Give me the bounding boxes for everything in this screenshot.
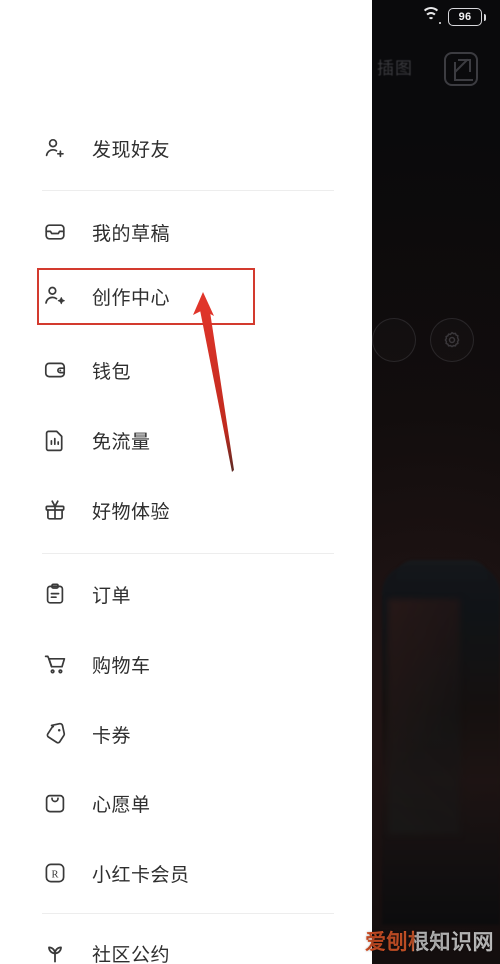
menu-divider [42,553,334,554]
coupon-tag-icon [42,721,68,747]
menu-divider [42,190,334,191]
menu-item-label: 订单 [92,584,132,607]
shopping-cart-icon [42,651,68,677]
battery-level-label: 96 [458,11,472,23]
menu-item-5[interactable]: 免流量 [0,412,372,468]
menu-divider [42,913,334,914]
menu-list: 发现好友我的草稿创作中心钱包免流量好物体验订单购物车卡券心愿单 R 小红卡会员社区公… [0,0,372,964]
sprout-icon [42,940,68,964]
menu-item-label: 免流量 [92,430,151,453]
menu-item-3[interactable]: 创作中心 [0,268,372,324]
menu-item-4[interactable]: 钱包 [0,342,372,398]
phone-screenshot: 插图 96 发现好友我的草稿创作中心钱包免流量好物体验订单购物车卡券心愿单 R 小红… [0,0,500,964]
menu-item-label: 我的草稿 [92,222,171,245]
gear-icon [444,331,460,348]
watermark: 爱刨根知识网 [365,926,494,956]
gear-icon-button[interactable] [430,318,474,362]
status-bar: 96 [420,7,486,26]
background-ghost-text: 插图 [377,59,413,78]
menu-item-label: 创作中心 [92,286,171,309]
menu-item-label: 小红卡会员 [92,863,190,886]
sim-chart-icon [42,427,68,453]
external-link-icon[interactable] [444,52,478,86]
wallet-icon [42,357,68,383]
menu-item-11[interactable]: R 小红卡会员 [0,845,372,901]
menu-item-label: 心愿单 [92,793,151,816]
background-circle-button-partial[interactable] [372,318,416,362]
inbox-icon [42,219,68,245]
menu-item-label: 发现好友 [92,138,171,161]
user-add-icon [42,135,68,161]
gift-icon [42,497,68,523]
menu-item-label: 好物体验 [92,500,171,523]
menu-item-12[interactable]: 社区公约 [0,925,372,964]
menu-item-7[interactable]: 订单 [0,566,372,622]
battery-nub [483,13,486,21]
menu-item-label: 卡券 [92,724,132,747]
menu-item-1[interactable]: 发现好友 [0,120,372,176]
clipboard-icon [42,581,68,607]
shopping-bag-icon [42,790,68,816]
menu-item-label: 购物车 [92,654,151,677]
menu-item-2[interactable]: 我的草稿 [0,204,372,260]
wifi-icon [420,7,441,25]
background-photo [382,565,500,925]
menu-item-label: 钱包 [92,360,132,383]
svg-text:R: R [51,869,58,880]
side-drawer-menu: 发现好友我的草稿创作中心钱包免流量好物体验订单购物车卡券心愿单 R 小红卡会员社区公… [0,0,372,964]
r-badge-icon: R [42,860,68,886]
menu-item-6[interactable]: 好物体验 [0,482,372,538]
user-star-icon [42,283,68,309]
menu-item-8[interactable]: 购物车 [0,636,372,692]
menu-item-label: 社区公约 [92,943,171,964]
battery-indicator: 96 [448,8,486,26]
menu-item-9[interactable]: 卡券 [0,706,372,762]
menu-item-10[interactable]: 心愿单 [0,775,372,831]
